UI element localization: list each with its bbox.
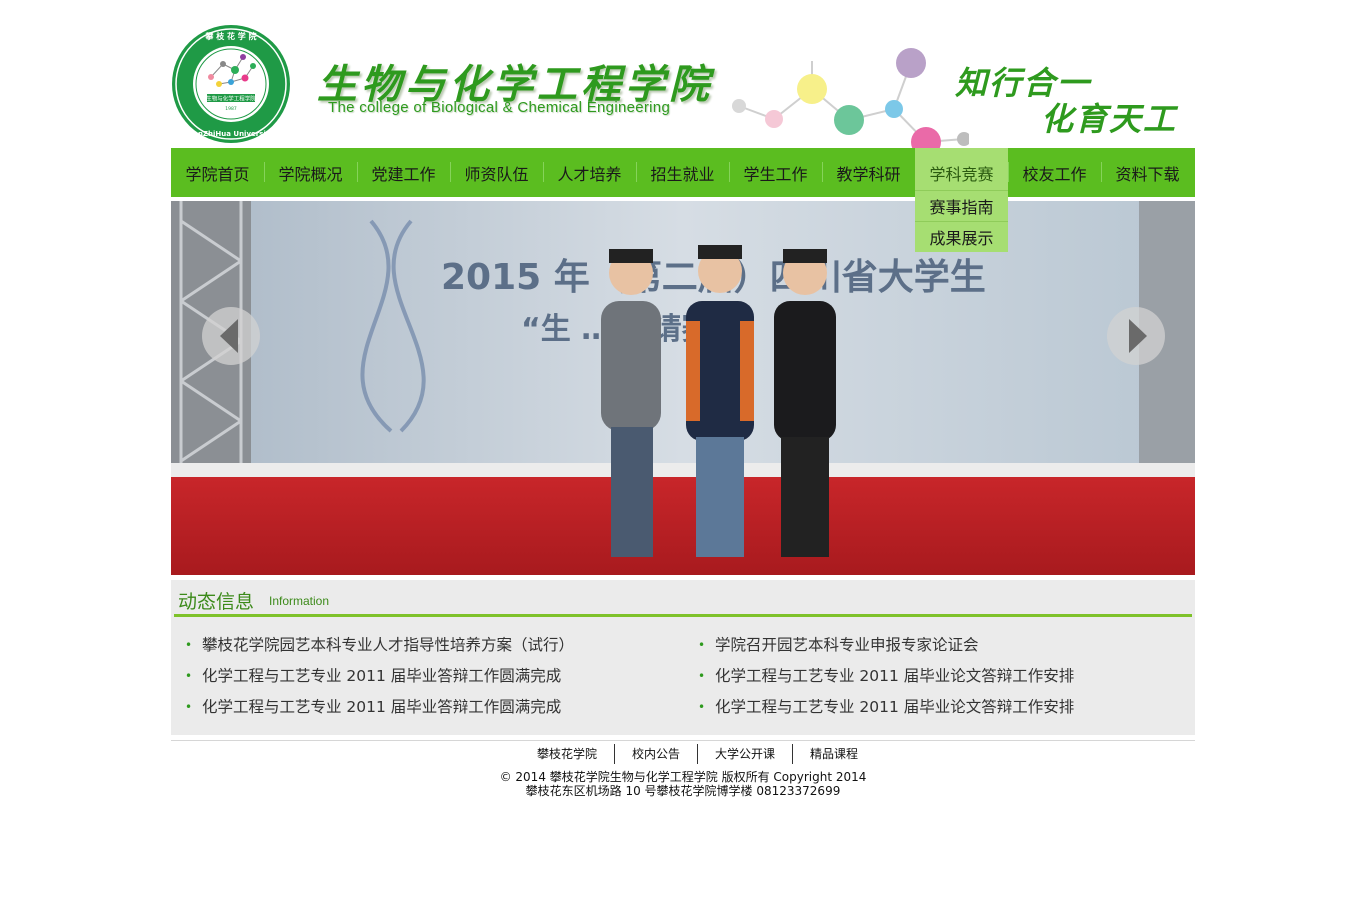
chevron-right-icon <box>1129 319 1147 353</box>
nav-item-faculty[interactable]: 师资队伍 <box>450 148 543 197</box>
dropdown-item-guide[interactable]: 赛事指南 <box>915 190 1008 221</box>
motto-line-2: 化育天工 <box>1041 100 1178 138</box>
dropdown-item-achievements[interactable]: 成果展示 <box>915 221 1008 252</box>
news-title: 动态信息 <box>178 591 255 613</box>
news-item[interactable]: • 化学工程与工艺专业 2011 届毕业论文答辩工作安排 <box>698 661 1178 692</box>
svg-text:攀 枝 花 学 院: 攀 枝 花 学 院 <box>204 31 256 41</box>
news-item[interactable]: • 学院召开园艺本科专业申报专家论证会 <box>698 630 1178 661</box>
footer-link-university[interactable]: 攀枝花学院 <box>520 744 614 764</box>
nav-item-overview[interactable]: 学院概况 <box>264 148 357 197</box>
footer-links: 攀枝花学院 校内公告 大学公开课 精品课程 <box>520 744 875 764</box>
news-subtitle: Information <box>269 594 330 608</box>
chevron-left-icon <box>220 319 238 353</box>
college-logo[interactable]: 生物与化学工程学院 1987 攀 枝 花 学 院 PanZhiHua Unive… <box>171 22 291 146</box>
nav-item-admissions[interactable]: 招生就业 <box>636 148 729 197</box>
news-item[interactable]: • 攀枝花学院园艺本科专业人才指导性培养方案（试行） <box>185 630 665 661</box>
site-header: 生物与化学工程学院 1987 攀 枝 花 学 院 PanZhiHua Unive… <box>171 0 1195 148</box>
footer-link-notices[interactable]: 校内公告 <box>614 744 697 764</box>
footer-divider <box>171 740 1195 741</box>
footer-link-open-courses[interactable]: 大学公开课 <box>697 744 792 764</box>
news-item[interactable]: • 化学工程与工艺专业 2011 届毕业答辩工作圆满完成 <box>185 692 665 723</box>
news-section: 动态信息 Information • 攀枝花学院园艺本科专业人才指导性培养方案（试… <box>171 580 1195 735</box>
svg-text:1987: 1987 <box>225 106 237 112</box>
banner-prev-button[interactable] <box>202 307 260 365</box>
banner-next-button[interactable] <box>1107 307 1165 365</box>
nav-item-training[interactable]: 人才培养 <box>543 148 636 197</box>
news-item[interactable]: • 化学工程与工艺专业 2011 届毕业答辩工作圆满完成 <box>185 661 665 692</box>
molecule-decoration <box>732 48 969 148</box>
bullet-icon: • <box>185 638 193 652</box>
nav-item-home[interactable]: 学院首页 <box>171 148 264 197</box>
nav-dropdown-competitions: 赛事指南 成果展示 <box>915 190 1008 252</box>
news-list-left: • 攀枝花学院园艺本科专业人才指导性培养方案（试行） • 化学工程与工艺专业 201… <box>185 630 665 723</box>
banner-photo: 2015 年（第二届）四川省大学生 “生 … 邀请赛” <box>171 201 1195 575</box>
bullet-icon: • <box>698 638 706 652</box>
nav-item-students[interactable]: 学生工作 <box>729 148 822 197</box>
svg-text:PanZhiHua University: PanZhiHua University <box>188 130 274 138</box>
bullet-icon: • <box>698 700 706 714</box>
nav-item-downloads[interactable]: 资料下载 <box>1101 148 1194 197</box>
nav-item-party[interactable]: 党建工作 <box>357 148 450 197</box>
bullet-icon: • <box>185 669 193 683</box>
news-item[interactable]: • 化学工程与工艺专业 2011 届毕业论文答辩工作安排 <box>698 692 1178 723</box>
news-list-right: • 学院召开园艺本科专业申报专家论证会 • 化学工程与工艺专业 2011 届毕业论文… <box>698 630 1178 723</box>
bullet-icon: • <box>185 700 193 714</box>
college-title-en: The college of Biological & Chemical Eng… <box>328 99 671 116</box>
footer-address: 攀枝花东区机场路 10 号攀枝花学院博学楼 08123372699 <box>525 784 841 798</box>
nav-item-research[interactable]: 教学科研 <box>822 148 915 197</box>
footer-link-quality-courses[interactable]: 精品课程 <box>792 744 875 764</box>
bullet-icon: • <box>698 669 706 683</box>
main-nav: 学院首页 学院概况 党建工作 师资队伍 人才培养 招生就业 学生工作 教学科研 … <box>171 148 1195 197</box>
news-header: 动态信息 Information <box>174 580 1192 617</box>
nav-item-alumni[interactable]: 校友工作 <box>1008 148 1101 197</box>
svg-text:生物与化学工程学院: 生物与化学工程学院 <box>206 95 256 103</box>
hero-banner[interactable]: 2015 年（第二届）四川省大学生 “生 … 邀请赛” <box>171 201 1195 575</box>
